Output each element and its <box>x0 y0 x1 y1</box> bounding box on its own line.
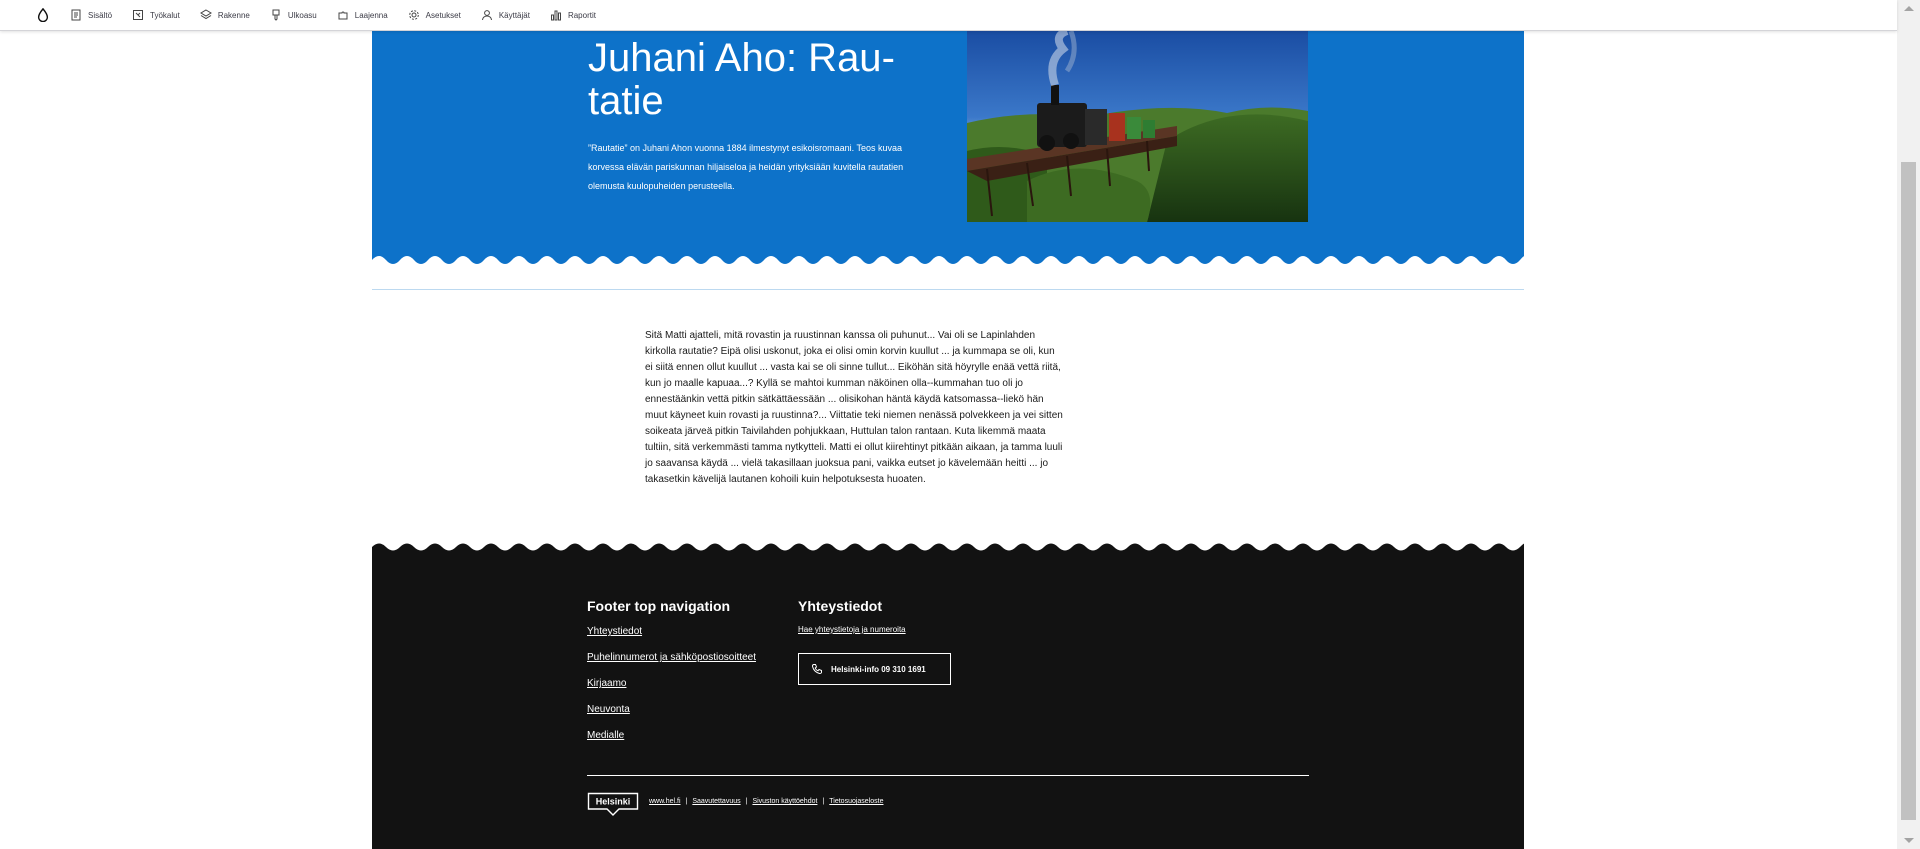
helsinki-logo[interactable]: Helsinki <box>587 792 639 817</box>
toolbar-item-structure[interactable]: Rakenne <box>199 9 250 21</box>
phone-icon <box>811 664 822 675</box>
hero-image-train <box>967 31 1308 222</box>
toolbar-item-label: Laajenna <box>354 10 388 20</box>
toolbar-item-label: Raportit <box>567 10 596 20</box>
puzzle-icon <box>338 11 348 20</box>
person-icon <box>481 10 492 21</box>
footer-nav-title: Footer top navigation <box>587 598 731 614</box>
footer-link-yhteystiedot[interactable]: Yhteystiedot <box>587 626 642 637</box>
footer-link-medialle[interactable]: Medialle <box>587 730 624 741</box>
page-scrollbar[interactable] <box>1897 0 1920 849</box>
toolbar-item-reports[interactable]: Raportit <box>550 9 596 21</box>
page-title: Juhani Aho: Rau­tatie <box>588 36 895 123</box>
footer-link-accessibility[interactable]: Saavutettavuus <box>692 798 740 805</box>
scroll-down-arrow-icon[interactable] <box>1904 838 1914 843</box>
contact-search-link[interactable]: Hae yhteystietoja ja numeroita <box>798 625 906 634</box>
section-divider <box>372 289 1524 290</box>
contact-title: Yhteystiedot <box>798 598 883 614</box>
toolbar-item-label: Käyttäjät <box>498 10 530 20</box>
phone-button[interactable]: Helsinki-info 09 310 1691 <box>798 653 951 685</box>
phone-button-label: Helsinki-info 09 310 1691 <box>831 664 926 674</box>
toolbar-item-tools[interactable]: Työkalut <box>132 9 180 21</box>
document-icon <box>71 9 81 21</box>
toolbar-item-extend[interactable]: Laajenna <box>337 9 388 21</box>
toolbar-item-content[interactable]: Sisältö <box>70 9 112 21</box>
footer-nav-item: Yhteystiedot <box>587 626 756 652</box>
toolbar-item-users[interactable]: Käyttäjät <box>481 9 530 21</box>
toolbar-item-label: Ulkoasu <box>287 10 317 20</box>
layers-icon <box>199 9 212 20</box>
toolbar-item-settings[interactable]: Asetukset <box>408 9 461 21</box>
drop-logo-icon[interactable] <box>36 7 52 23</box>
footer-wave-divider <box>372 543 1524 555</box>
link-separator: | <box>822 798 825 805</box>
footer-nav-item: Medialle <box>587 730 756 756</box>
footer-link-hel-fi[interactable]: www.hel.fi <box>649 798 681 805</box>
footer-link-privacy[interactable]: Tietosuojaseloste <box>829 798 883 805</box>
scroll-up-arrow-icon[interactable] <box>1904 6 1914 11</box>
article-body-text: Sitä Matti ajatteli, mitä rovastin ja ru… <box>645 330 1063 485</box>
svg-text:Helsinki: Helsinki <box>596 797 631 807</box>
footer-nav-item: Kirjaamo <box>587 678 756 704</box>
footer-nav-list: Yhteystiedot Puhelinnumerot ja sähköpost… <box>587 626 756 756</box>
brush-icon <box>272 9 280 21</box>
footer-bottom-links: www.hel.fi | Saavutettavuus | Sivuston k… <box>649 798 883 805</box>
footer-nav-item: Puhelinnumerot ja sähköpostiosoitteet <box>587 652 756 678</box>
footer-link-puhelinnumerot[interactable]: Puhelinnumerot ja sähköpostiosoitteet <box>587 652 756 663</box>
footer-link-kirjaamo[interactable]: Kirjaamo <box>587 678 626 689</box>
bar-chart-icon <box>550 10 561 21</box>
toolbar-item-label: Asetukset <box>425 10 461 20</box>
tools-icon <box>133 10 144 20</box>
link-separator: | <box>685 798 688 805</box>
site-footer: Footer top navigation Yhteystiedot Puhel… <box>372 554 1524 849</box>
hero-lead-text: ”Rautatie” on Juhani Ahon vuonna 1884 il… <box>588 143 904 191</box>
gear-icon <box>408 10 419 20</box>
hero-section: Juhani Aho: Rau­tatie ”Rautatie” on Juha… <box>372 31 1524 265</box>
toolbar-item-label: Työkalut <box>150 10 180 20</box>
admin-toolbar: Sisältö Työkalut Rakenne Ulkoasu Laajenn… <box>0 0 1897 31</box>
link-separator: | <box>745 798 748 805</box>
scrollbar-thumb[interactable] <box>1901 162 1916 820</box>
footer-divider <box>587 775 1309 776</box>
toolbar-item-label: Sisältö <box>88 10 113 20</box>
footer-link-terms[interactable]: Sivuston käyttöehdot <box>752 798 817 805</box>
footer-nav-item: Neuvonta <box>587 704 756 730</box>
toolbar-item-appearance[interactable]: Ulkoasu <box>270 9 317 21</box>
footer-link-neuvonta[interactable]: Neuvonta <box>587 704 630 715</box>
hero-wave-divider <box>372 256 1524 266</box>
toolbar-item-label: Rakenne <box>217 10 250 20</box>
